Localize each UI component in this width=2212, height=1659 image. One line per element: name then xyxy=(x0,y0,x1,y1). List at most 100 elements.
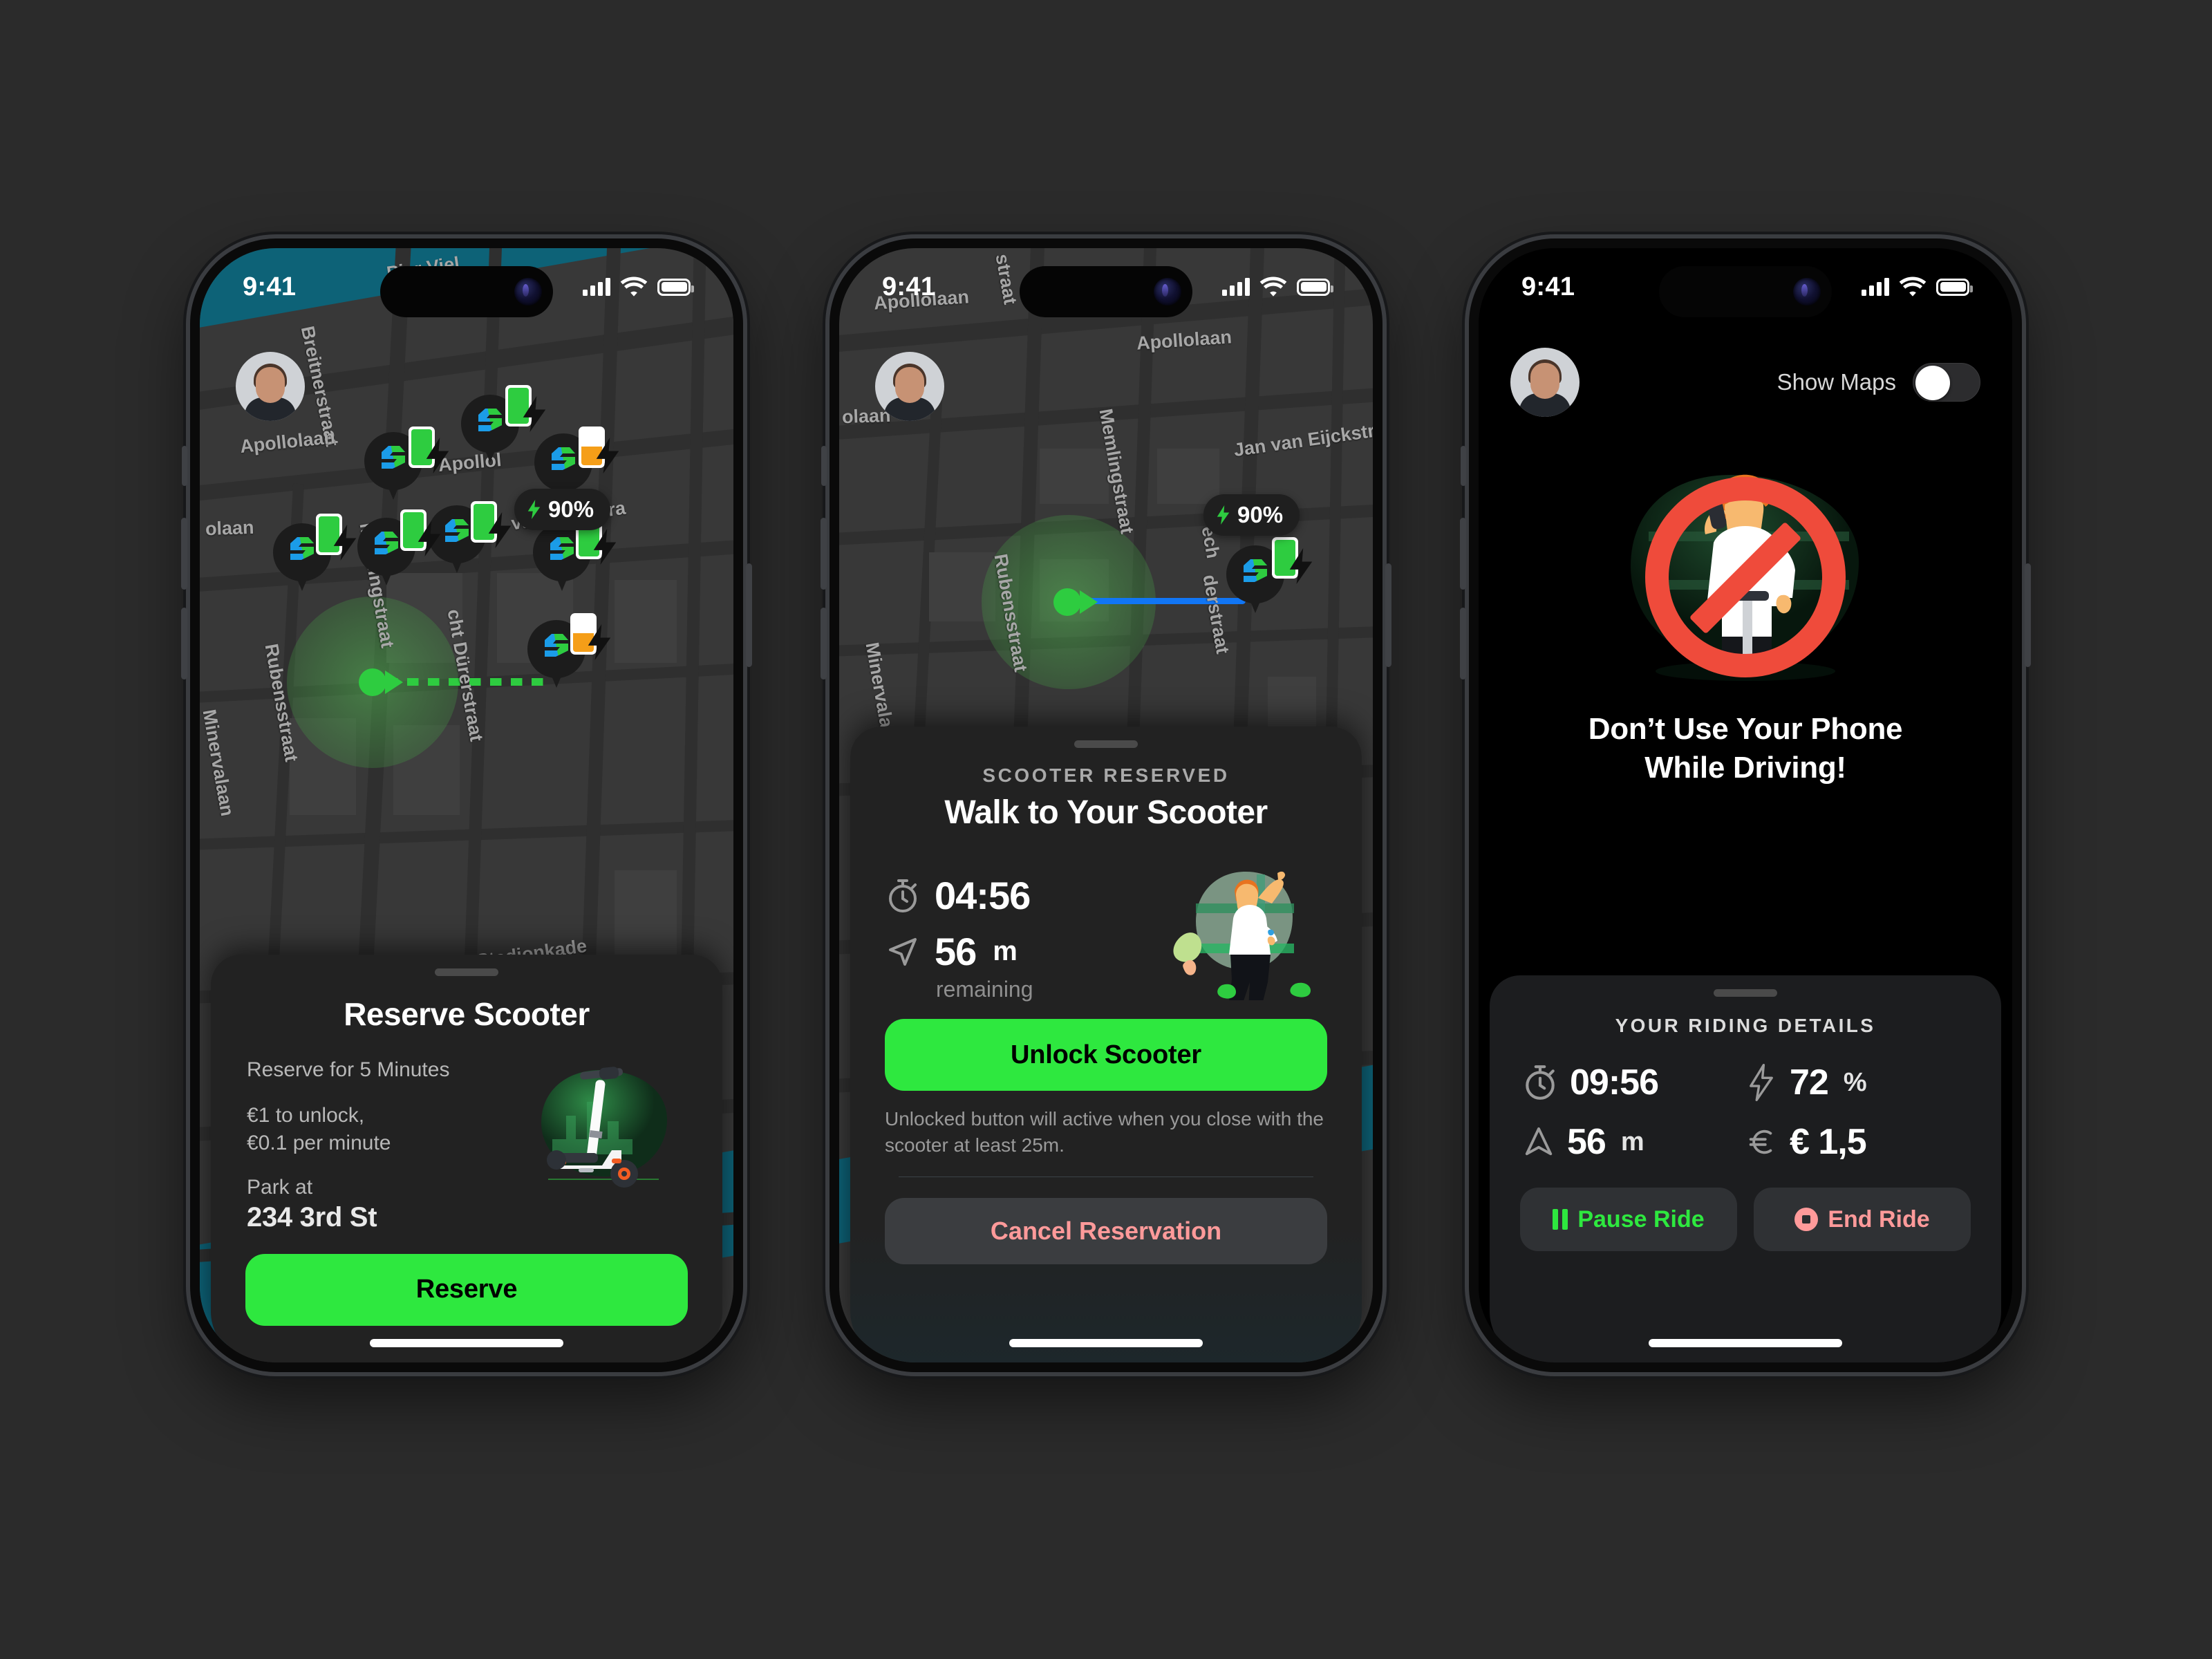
riding-details-title: YOUR RIDING DETAILS xyxy=(1615,1015,1876,1036)
cellular-bars-icon xyxy=(1862,278,1889,296)
scooter-logo-icon xyxy=(478,409,502,431)
euro-icon xyxy=(1749,1130,1772,1154)
top-bar: Show Maps xyxy=(1510,348,1980,417)
power-button[interactable] xyxy=(746,563,752,667)
battery-tag-icon xyxy=(505,385,546,432)
silent-switch[interactable] xyxy=(1461,446,1466,486)
power-button[interactable] xyxy=(2025,563,2031,667)
show-maps-label: Show Maps xyxy=(1777,369,1896,395)
scooter-logo-icon xyxy=(545,634,568,657)
sheet-drag-handle[interactable] xyxy=(435,968,498,976)
volume-down-button[interactable] xyxy=(821,608,827,679)
scooter-pin[interactable] xyxy=(364,427,449,501)
user-location-dot xyxy=(1053,588,1081,616)
front-camera-icon xyxy=(514,278,542,306)
stat-cost: € 1,5 xyxy=(1745,1121,1968,1163)
power-button[interactable] xyxy=(1385,563,1391,667)
dynamic-island xyxy=(380,266,553,317)
battery-tag-icon xyxy=(409,427,449,474)
scooter-logo-icon xyxy=(550,537,574,560)
pause-icon xyxy=(1553,1209,1568,1230)
home-indicator[interactable] xyxy=(1009,1339,1203,1347)
battery-tag-icon xyxy=(471,501,512,548)
show-maps-toggle[interactable] xyxy=(1913,363,1980,402)
pause-ride-label: Pause Ride xyxy=(1577,1206,1705,1232)
park-at-label: Park at xyxy=(247,1175,313,1199)
status-time: 9:41 xyxy=(882,272,936,301)
cancel-reservation-button[interactable]: Cancel Reservation xyxy=(885,1198,1327,1265)
wifi-icon xyxy=(1899,276,1927,297)
scooter-battery-badge: 90% xyxy=(1203,494,1300,536)
phone1-screen: Pier Viel Breitnerstraat Apollolaan Apol… xyxy=(200,248,733,1362)
navigation-arrow-icon xyxy=(889,937,917,966)
scooter-battery-badge: 90% xyxy=(514,489,611,530)
battery-tag-icon xyxy=(579,427,619,474)
reserve-button[interactable]: Reserve xyxy=(245,1253,688,1326)
remaining-label: remaining xyxy=(936,977,1033,1002)
user-heading-arrow xyxy=(1080,590,1098,614)
scooter-logo-icon xyxy=(382,446,405,469)
avatar[interactable] xyxy=(236,352,305,421)
cellular-bars-icon xyxy=(1222,278,1250,296)
map-label: olaan xyxy=(205,516,255,540)
bolt-icon xyxy=(1750,1064,1773,1101)
status-time: 9:41 xyxy=(243,272,297,301)
volume-up-button[interactable] xyxy=(821,518,827,590)
scooter-pin[interactable] xyxy=(527,613,611,689)
battery-badge-value: 90% xyxy=(548,496,594,522)
avatar[interactable] xyxy=(1510,348,1580,417)
volume-up-button[interactable] xyxy=(1460,518,1466,590)
unlock-scooter-button[interactable]: Unlock Scooter xyxy=(885,1019,1327,1091)
volume-up-button[interactable] xyxy=(181,518,187,590)
front-camera-icon xyxy=(1154,278,1181,306)
avatar[interactable] xyxy=(875,352,944,421)
sheet-drag-handle[interactable] xyxy=(1074,740,1138,748)
battery-icon xyxy=(1936,278,1973,296)
scooter-pin[interactable] xyxy=(1226,537,1313,615)
scooter-pin[interactable] xyxy=(533,518,617,592)
user-heading-arrow xyxy=(385,671,403,694)
home-indicator[interactable] xyxy=(1649,1339,1842,1347)
reserve-duration-label: Reserve for 5 Minutes xyxy=(247,1058,450,1081)
volume-down-button[interactable] xyxy=(1460,608,1466,679)
volume-down-button[interactable] xyxy=(181,608,187,679)
silent-switch[interactable] xyxy=(182,446,187,486)
price-unlock-label: €1 to unlock, xyxy=(247,1104,365,1127)
scooter-logo-icon xyxy=(552,447,575,470)
dynamic-island xyxy=(1020,266,1192,317)
cellular-bars-icon xyxy=(583,278,610,296)
no-phone-while-driving-illustration xyxy=(1600,456,1891,691)
end-ride-button[interactable]: End Ride xyxy=(1754,1188,1971,1251)
status-badge: SCOOTER RESERVED xyxy=(982,765,1230,786)
unlock-helper-text: Unlocked button will active when you clo… xyxy=(885,1108,1324,1156)
stat-battery: 72 % xyxy=(1745,1062,1968,1103)
cost-value: € 1,5 xyxy=(1790,1122,1867,1162)
dynamic-island xyxy=(1659,266,1832,317)
phone2-screen: straat Apollolaan Apollolaan olaan Memli… xyxy=(839,248,1373,1362)
scooter-pin[interactable] xyxy=(357,509,441,587)
screens-stage: Pier Viel Breitnerstraat Apollolaan Apol… xyxy=(0,0,2212,1659)
scooter-pin[interactable] xyxy=(461,385,546,464)
scooter-logo-icon xyxy=(375,532,398,554)
scooter-pin[interactable] xyxy=(273,514,357,592)
walking-person-illustration xyxy=(1153,855,1326,1015)
map-label: Apollolaan xyxy=(238,426,337,458)
distance-unit: m xyxy=(1620,1127,1644,1156)
silent-switch[interactable] xyxy=(821,446,827,486)
stopwatch-icon xyxy=(1526,1065,1555,1100)
warning-line-1: Don’t Use Your Phone xyxy=(1588,712,1903,746)
warning-line-2: While Driving! xyxy=(1644,751,1846,785)
toggle-knob xyxy=(1915,366,1950,400)
phone-reserve-scooter: Pier Viel Breitnerstraat Apollolaan Apol… xyxy=(181,238,752,1372)
user-location-dot xyxy=(359,668,386,696)
sheet-drag-handle[interactable] xyxy=(1714,989,1777,997)
phone3-screen: 9:41 Show Maps Don’t Use Your Phone Whil… xyxy=(1479,248,2012,1362)
pause-ride-button[interactable]: Pause Ride xyxy=(1520,1188,1737,1251)
duration-value: 09:56 xyxy=(1570,1062,1659,1103)
home-indicator[interactable] xyxy=(370,1339,563,1347)
end-ride-label: End Ride xyxy=(1828,1206,1930,1232)
stat-distance: 56 m xyxy=(1523,1121,1745,1163)
battery-unit: % xyxy=(1843,1067,1867,1097)
map-label: Minervalaan xyxy=(200,708,238,818)
phone-walk-to-scooter: straat Apollolaan Apollolaan olaan Memli… xyxy=(821,238,1391,1372)
